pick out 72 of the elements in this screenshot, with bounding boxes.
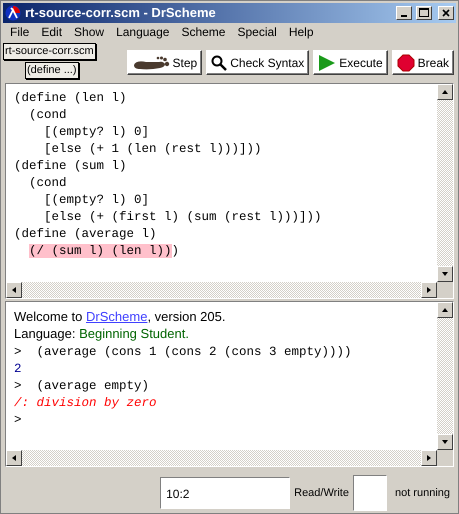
arrow-right-icon	[425, 454, 433, 462]
scroll-arrow-button[interactable]	[437, 434, 453, 450]
stop-sign-icon	[396, 54, 415, 72]
code-text: [(empty? l) 0]	[43, 125, 150, 140]
scroll-arrow-button[interactable]	[6, 450, 22, 466]
minimize-button[interactable]	[396, 6, 412, 20]
highlighted-code: (/ (sum l) (len l))	[28, 244, 172, 258]
horizontal-scrollbar[interactable]	[6, 282, 437, 298]
maximize-button[interactable]	[416, 6, 432, 20]
code-text: (define (len l)	[14, 91, 127, 106]
scroll-arrow-button[interactable]	[421, 282, 437, 298]
language-name: Beginning Student.	[79, 326, 189, 342]
arrow-down-icon	[441, 270, 449, 278]
execute-button[interactable]: Execute	[313, 50, 388, 76]
menu-item[interactable]: Edit	[35, 25, 68, 40]
menu-item[interactable]: Scheme	[175, 25, 232, 40]
arrow-up-icon	[441, 88, 449, 96]
code-text: (cond	[28, 108, 67, 122]
definitions-editor[interactable]: (define (len l) (cond [(empty? l) 0] [else (+ 1 (len (rest l)))])) (define (sum l) (cond [(empty? l) 0] [else (+ (first l) (sum (rest l)))])) (define (average l) (/ (sum l) (len l)))	[6, 84, 437, 282]
code-text: [(empty? l) 0]	[43, 193, 150, 208]
mode-label: Read/Write	[294, 487, 349, 500]
arrow-down-icon	[441, 438, 449, 446]
scroll-arrow-button[interactable]	[6, 282, 22, 298]
arrow-left-icon	[10, 286, 18, 294]
prompt-text: > (average (cons 1 (cons 2 (cons 3 empty))))	[14, 345, 352, 360]
running-status: not running	[394, 487, 450, 500]
console-text: , version 205.	[147, 309, 226, 324]
minimize-icon	[401, 14, 407, 17]
status-indicator	[352, 475, 387, 512]
code-text: (define (sum l)	[14, 159, 127, 174]
vertical-scrollbar[interactable]	[437, 302, 453, 450]
interactions-console[interactable]: Welcome to DrScheme, version 205. Language: Beginning Student. > (average (cons 1 (cons 2 (cons 3 empty)))) 2 > (average empty) /: division by zero >	[6, 302, 437, 450]
footprint-icon	[132, 54, 170, 71]
close-button[interactable]	[438, 6, 454, 20]
close-icon	[442, 8, 450, 17]
menu-item[interactable]: Language	[110, 25, 176, 40]
error-message: /: division by zero	[14, 396, 157, 410]
step-button[interactable]: Step	[126, 50, 202, 76]
result-text: 2	[14, 362, 22, 376]
code-text: (define (average l)	[14, 227, 157, 242]
arrow-left-icon	[10, 454, 18, 462]
menu-item[interactable]: File	[4, 25, 36, 40]
lambda-logo-icon	[5, 4, 21, 21]
play-icon	[318, 54, 336, 72]
menu-item[interactable]: Help	[282, 25, 320, 40]
link[interactable]: DrScheme	[86, 309, 148, 324]
prompt-text: >	[14, 413, 22, 428]
position-field: 10:2	[160, 477, 290, 510]
prompt-text: > (average empty)	[14, 379, 150, 394]
arrow-up-icon	[441, 306, 449, 314]
menu-item[interactable]: Show	[68, 25, 110, 40]
arrow-right-icon	[425, 286, 433, 294]
break-button[interactable]: Break	[392, 50, 454, 76]
window-title: rt-source-corr.scm - DrScheme	[25, 5, 217, 20]
scroll-arrow-button[interactable]	[437, 302, 453, 318]
code-text: [else (+ 1 (len (rest l)))]))	[43, 142, 262, 156]
code-text: [else (+ (first l) (sum (rest l)))]))	[43, 210, 322, 224]
menu-item[interactable]: Special	[231, 25, 283, 40]
search-icon	[211, 54, 228, 71]
console-text: Language:	[14, 326, 76, 342]
console-text: Welcome to	[14, 309, 84, 324]
horizontal-scrollbar[interactable]	[6, 450, 437, 466]
definitions-menu[interactable]: (define ...)	[25, 62, 79, 79]
scroll-arrow-button[interactable]	[437, 266, 453, 282]
scroll-arrow-button[interactable]	[421, 450, 437, 466]
vertical-scrollbar[interactable]	[437, 84, 453, 282]
code-text: )	[172, 244, 180, 258]
maximize-icon	[419, 8, 429, 18]
check-button[interactable]: Check Syntax	[206, 50, 310, 76]
code-text: (cond	[28, 176, 67, 190]
scroll-arrow-button[interactable]	[437, 84, 453, 100]
file-name-menu[interactable]: rt-source-corr.scm	[3, 42, 96, 60]
